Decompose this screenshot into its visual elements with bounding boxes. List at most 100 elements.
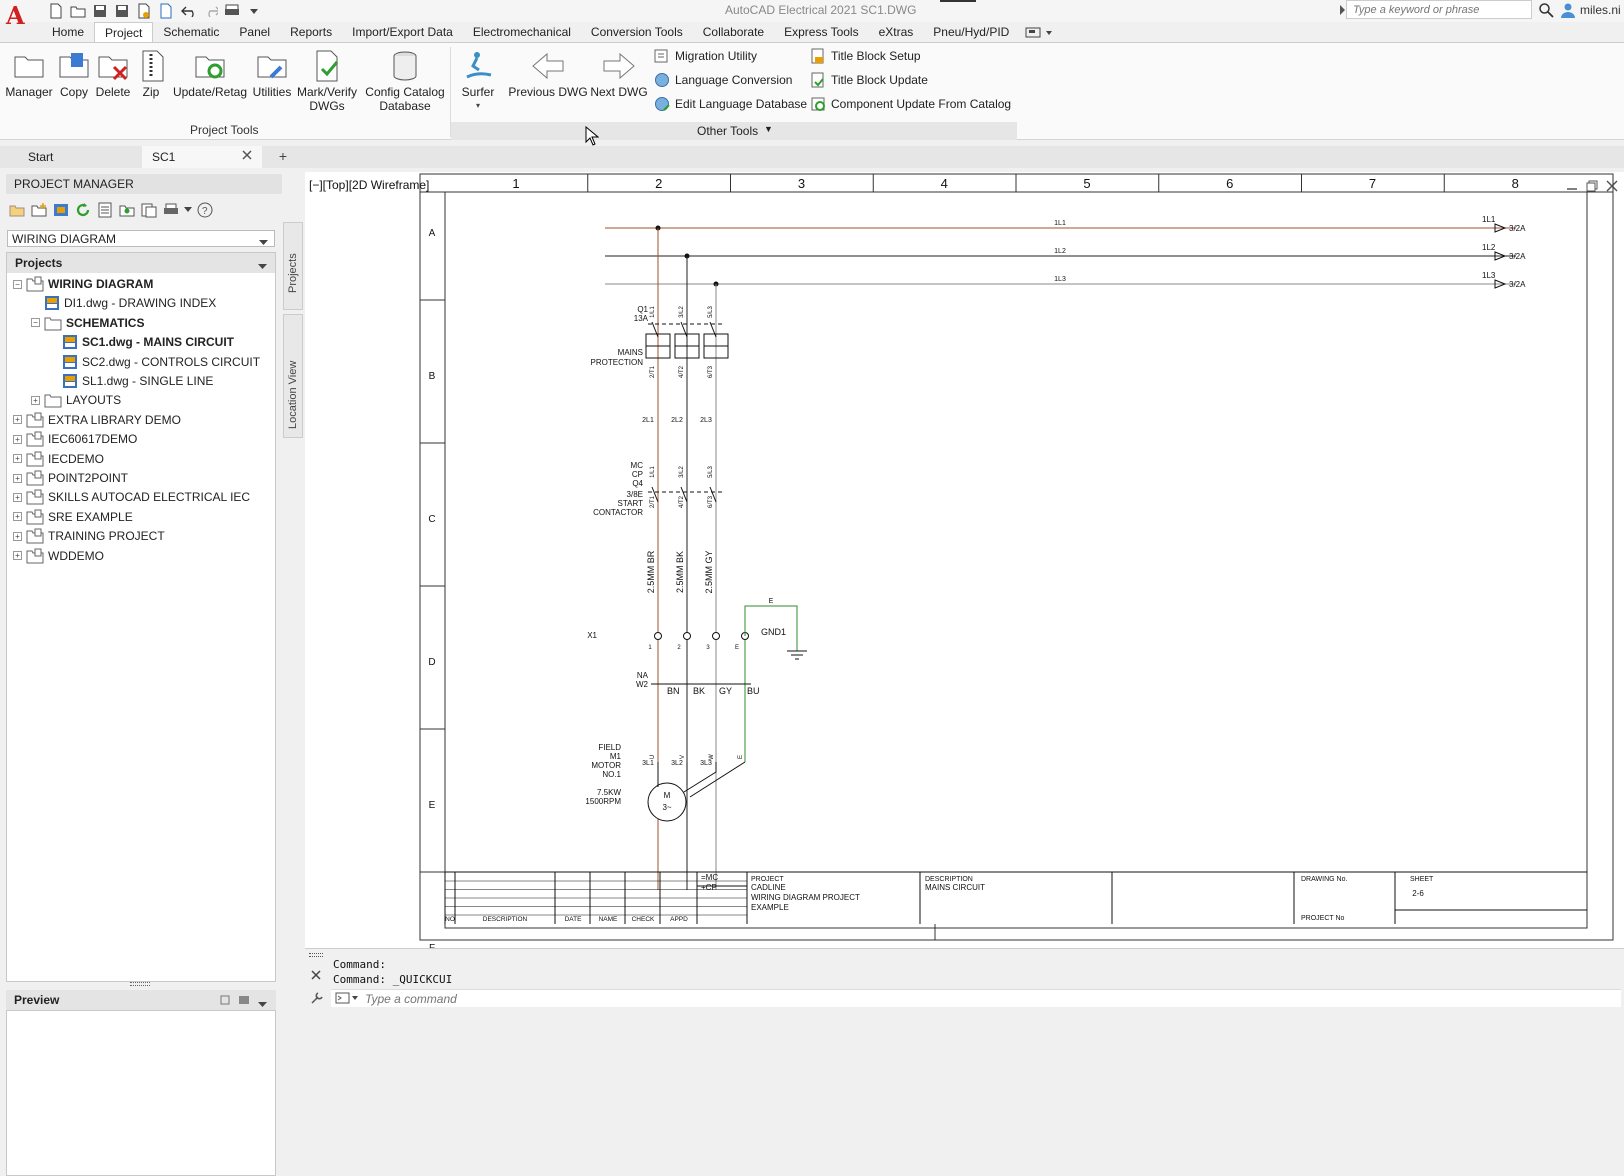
projects-header-chevron-icon[interactable] (258, 259, 267, 273)
tree-item[interactable]: + LAYOUTS (31, 391, 121, 409)
customize-wrench-icon[interactable] (310, 991, 324, 1008)
user-name[interactable]: miles.ni (1580, 3, 1621, 17)
search-icon[interactable] (1538, 2, 1554, 21)
open-web-icon[interactable] (136, 3, 152, 19)
ribbon-tab-pneu-hyd-pid[interactable]: Pneu/Hyd/PID (923, 22, 1019, 42)
ribbon-tab-import-export-data[interactable]: Import/Export Data (342, 22, 463, 42)
plot-project-icon[interactable] (162, 201, 180, 219)
side-tab-projects[interactable]: Projects (283, 222, 303, 310)
title-block-setup-button[interactable]: Title Block Setup (810, 48, 921, 64)
save-as-icon[interactable] (114, 3, 130, 19)
ribbon-tab-project[interactable]: Project (94, 22, 154, 42)
preview-details-icon[interactable] (220, 994, 230, 1008)
expand-icon[interactable]: + (13, 454, 22, 464)
ribbon-tab-electromechanical[interactable]: Electromechanical (463, 22, 581, 42)
new-file-icon[interactable] (48, 3, 64, 19)
expand-icon[interactable]: + (13, 434, 22, 444)
new-project-icon[interactable] (30, 201, 48, 219)
expand-icon[interactable]: + (13, 492, 22, 502)
expand-icon[interactable]: + (13, 531, 22, 541)
ribbon-tab-collaborate[interactable]: Collaborate (693, 22, 774, 42)
qat-dropdown-icon[interactable] (246, 3, 262, 19)
plot-icon[interactable] (224, 3, 240, 19)
tree-item[interactable]: − SCHEMATICS (31, 314, 144, 332)
tree-item[interactable]: + EXTRA LIBRARY DEMO (13, 411, 181, 429)
new-drawing-icon[interactable] (52, 201, 70, 219)
command-prompt-icon[interactable] (335, 992, 359, 1008)
redo-icon[interactable] (202, 3, 218, 19)
tree-item[interactable]: + SKILLS AUTOCAD ELECTRICAL IEC (13, 488, 250, 506)
tree-item[interactable]: + SRE EXAMPLE (13, 508, 133, 526)
mark-verify-dwgs-button[interactable]: Mark/Verify DWGs (296, 49, 358, 113)
user-icon[interactable] (1560, 2, 1576, 21)
tab-start[interactable]: Start (0, 146, 140, 168)
collapse-icon[interactable]: − (13, 279, 22, 289)
ribbon-tab-panel[interactable]: Panel (229, 22, 280, 42)
ribbon-tab-extras[interactable]: eXtras (869, 22, 924, 42)
command-line-grip[interactable] (309, 953, 323, 957)
project-select-dropdown[interactable]: WIRING DIAGRAM (7, 230, 275, 247)
ribbon-tab-reports[interactable]: Reports (280, 22, 342, 42)
undo-icon[interactable] (180, 3, 196, 19)
projects-header[interactable]: Projects (7, 253, 275, 273)
manager-button[interactable]: Manager (4, 49, 54, 99)
expand-icon[interactable]: + (31, 395, 40, 405)
tree-item[interactable]: SC1.dwg - MAINS CIRCUIT (49, 333, 234, 351)
ribbon-tab-home[interactable]: Home (42, 22, 94, 42)
expand-icon[interactable]: + (13, 473, 22, 483)
tab-sc1[interactable]: SC1 (142, 146, 262, 168)
new-tab-button[interactable]: + (274, 149, 292, 165)
project-task-list-icon[interactable] (118, 201, 136, 219)
config-catalog-database-button[interactable]: Config Catalog Database (362, 49, 448, 113)
language-conversion-button[interactable]: Language Conversion (654, 72, 792, 88)
tree-item[interactable]: DI1.dwg - DRAWING INDEX (31, 294, 216, 312)
expand-icon[interactable]: + (13, 512, 22, 522)
ribbon-tab-express-tools[interactable]: Express Tools (774, 22, 868, 42)
title-block-update-button[interactable]: Title Block Update (810, 72, 928, 88)
command-input[interactable] (365, 991, 1165, 1006)
side-tab-location-view[interactable]: Location View (283, 314, 303, 438)
tree-item[interactable]: + TRAINING PROJECT (13, 527, 165, 545)
other-tools-dropdown-icon[interactable]: ▼ (764, 124, 773, 134)
collapse-icon[interactable]: − (31, 318, 40, 328)
ribbon-tab-conversion-tools[interactable]: Conversion Tools (581, 22, 693, 42)
tree-item[interactable]: SL1.dwg - SINGLE LINE (49, 372, 213, 390)
drawing-area[interactable]: [−][Top][2D Wireframe] 12345678ABCDEF1L1… (305, 172, 1624, 948)
save-icon[interactable] (92, 3, 108, 19)
surfer-dropdown-icon[interactable]: ▾ (458, 99, 498, 113)
other-tools-panel-label-bar[interactable]: Other Tools ▼ (451, 122, 1017, 140)
splitter-handle[interactable] (130, 982, 150, 986)
tree-item[interactable]: + IEC60617DEMO (13, 430, 137, 448)
previous-dwg-button[interactable]: Previous DWG (508, 49, 588, 99)
share-icon[interactable] (158, 3, 174, 19)
preview-chevron-icon[interactable] (258, 997, 267, 1011)
utilities-button[interactable]: Utilities (250, 49, 294, 99)
close-tab-icon[interactable] (242, 149, 252, 163)
zip-button[interactable]: Zip (136, 49, 166, 99)
preview-image-icon[interactable] (238, 994, 250, 1008)
tree-item[interactable]: + WDDEMO (13, 547, 104, 565)
application-menu-logo[interactable]: A (6, 2, 30, 32)
project-properties-icon[interactable] (96, 201, 114, 219)
refresh-icon[interactable] (74, 201, 92, 219)
edit-language-database-button[interactable]: Edit Language Database (654, 96, 807, 112)
delete-button[interactable]: Delete (94, 49, 132, 99)
tree-item[interactable]: + POINT2POINT (13, 469, 128, 487)
update-retag-button[interactable]: Update/Retag (172, 49, 248, 99)
tree-item[interactable]: SC2.dwg - CONTROLS CIRCUIT (49, 353, 260, 371)
tree-item[interactable]: − WIRING DIAGRAM (13, 275, 153, 293)
help-search-input[interactable] (1347, 1, 1531, 18)
expand-icon[interactable]: + (13, 415, 22, 425)
ribbon-tab-schematic[interactable]: Schematic (153, 22, 229, 42)
migration-utility-button[interactable]: Migration Utility (654, 48, 757, 64)
open-folder-icon[interactable] (70, 3, 86, 19)
component-update-from-catalog-button[interactable]: Component Update From Catalog (810, 96, 1011, 112)
ribbon-display-options-icon[interactable] (1024, 25, 1054, 42)
plot-dropdown-icon[interactable] (184, 201, 192, 219)
close-command-line-icon[interactable] (311, 969, 321, 983)
copy-button[interactable]: Copy (56, 49, 92, 99)
tree-item[interactable]: + IECDEMO (13, 450, 104, 468)
help-icon[interactable]: ? (196, 201, 214, 219)
expand-icon[interactable]: + (13, 551, 22, 561)
surfer-button[interactable]: Surfer ▾ (458, 49, 498, 113)
